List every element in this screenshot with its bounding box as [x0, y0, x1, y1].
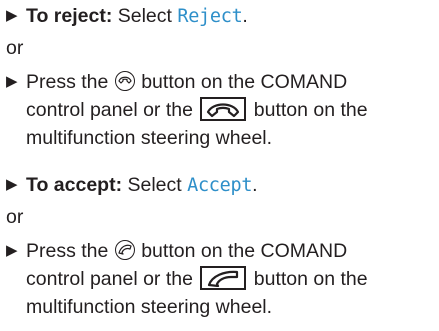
accept-alt-control: control panel or the: [26, 268, 199, 290]
reject-select-text: Select: [112, 5, 178, 27]
accept-alt-button-on: button on the: [248, 268, 368, 290]
accept-call-icon: [114, 240, 135, 260]
bullet-arrow: ▶: [6, 242, 18, 259]
accept-alt-step: ▶ Press the button on the COMAND control…: [6, 237, 426, 321]
accept-period: .: [252, 174, 258, 196]
reject-lead: To reject:: [26, 5, 113, 27]
reject-alt-button-on: button on the: [248, 99, 368, 121]
reject-alt-line1: Press the button on the COMAND: [26, 68, 426, 96]
accept-call-box-icon: [200, 266, 247, 290]
or-label-1: or: [6, 37, 24, 59]
manual-page: ▶ To reject: Select Reject. or ▶ Press t…: [0, 0, 439, 331]
accept-alt-line3: multifunction steering wheel.: [26, 296, 273, 318]
end-call-icon: [114, 71, 135, 91]
accept-alt-press: Press the: [26, 240, 114, 262]
reject-step: ▶ To reject: Select Reject.: [6, 2, 426, 31]
accept-alt-line1: Press the button on the COMAND: [26, 237, 426, 265]
accept-softkey: Accept: [187, 175, 253, 196]
reject-alt-press: Press the: [26, 71, 114, 93]
reject-alt-step: ▶ Press the button on the COMAND control…: [6, 68, 426, 152]
reject-period: .: [242, 5, 248, 27]
reject-alt-comand: button on the COMAND: [135, 71, 348, 93]
or-label-2: or: [6, 206, 24, 228]
reject-alt-control: control panel or the: [26, 99, 199, 121]
bullet-arrow: ▶: [6, 73, 18, 90]
reject-softkey: Reject: [177, 6, 243, 27]
bullet-arrow: ▶: [6, 176, 18, 193]
accept-step: ▶ To accept: Select Accept.: [6, 171, 426, 200]
accept-lead: To accept:: [26, 174, 123, 196]
accept-select-text: Select: [122, 174, 188, 196]
accept-alt-comand: button on the COMAND: [135, 240, 348, 262]
reject-alt-line3: multifunction steering wheel.: [26, 127, 273, 149]
end-call-box-icon: [200, 97, 247, 121]
accept-alt-line2: control panel or the button on the: [26, 265, 426, 293]
bullet-arrow: ▶: [6, 7, 18, 24]
reject-alt-line2: control panel or the button on the: [26, 96, 426, 124]
